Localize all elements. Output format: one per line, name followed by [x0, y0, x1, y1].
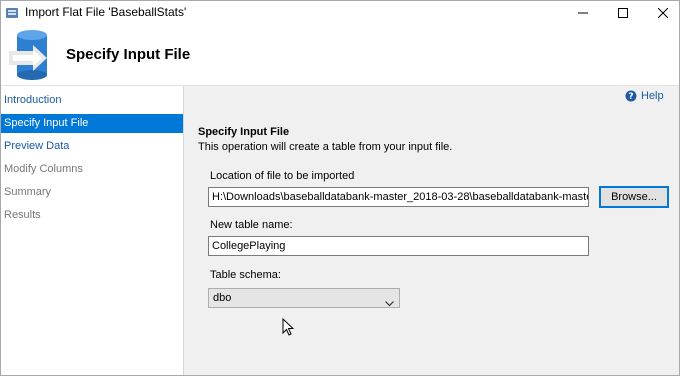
sidebar-item-introduction[interactable]: Introduction	[1, 91, 183, 110]
sidebar-item-modify-columns: Modify Columns	[4, 163, 83, 175]
table-name-input[interactable]: CollegePlaying	[208, 236, 589, 256]
app-icon	[5, 6, 19, 20]
help-label: Help	[641, 90, 664, 102]
chevron-down-icon	[385, 295, 394, 313]
mouse-cursor-icon	[282, 317, 295, 339]
sidebar-item-summary: Summary	[4, 186, 52, 198]
table-name-label: New table name:	[210, 219, 293, 231]
table-schema-value: dbo	[213, 292, 232, 304]
wizard-header: Specify Input File	[1, 25, 679, 85]
minimize-button[interactable]	[567, 1, 599, 25]
close-icon	[658, 8, 668, 18]
sidebar-item-preview-data[interactable]: Preview Data	[1, 137, 183, 156]
title-bar[interactable]: Import Flat File 'BaseballStats'	[1, 1, 679, 25]
main-panel: ? Help Specify Input File This operation…	[184, 86, 679, 375]
section-title: Specify Input File	[198, 126, 290, 138]
database-import-icon	[7, 29, 53, 81]
table-schema-label: Table schema:	[210, 269, 281, 281]
sidebar-item-specify-input-file[interactable]: Specify Input File	[1, 114, 183, 133]
section-description: This operation will create a table from …	[198, 141, 453, 153]
wizard-sidebar: Introduction Specify Input File Preview …	[1, 86, 184, 375]
window-title: Import Flat File 'BaseballStats'	[25, 5, 187, 19]
import-flat-file-window: Import Flat File 'BaseballStats' Specify…	[0, 0, 680, 376]
maximize-icon	[618, 8, 628, 18]
help-link[interactable]: ? Help	[625, 90, 664, 102]
maximize-button[interactable]	[607, 1, 639, 25]
sidebar-item-results: Results	[4, 209, 41, 221]
browse-button[interactable]: Browse...	[599, 186, 669, 208]
file-location-input[interactable]: H:\Downloads\baseballdatabank-master_201…	[208, 187, 589, 207]
location-label: Location of file to be imported	[210, 170, 355, 182]
help-icon: ?	[625, 90, 637, 102]
svg-text:?: ?	[628, 92, 633, 102]
close-button[interactable]	[647, 1, 679, 25]
page-title: Specify Input File	[66, 46, 191, 63]
table-schema-select[interactable]: dbo	[208, 288, 400, 308]
minimize-icon	[578, 12, 588, 14]
